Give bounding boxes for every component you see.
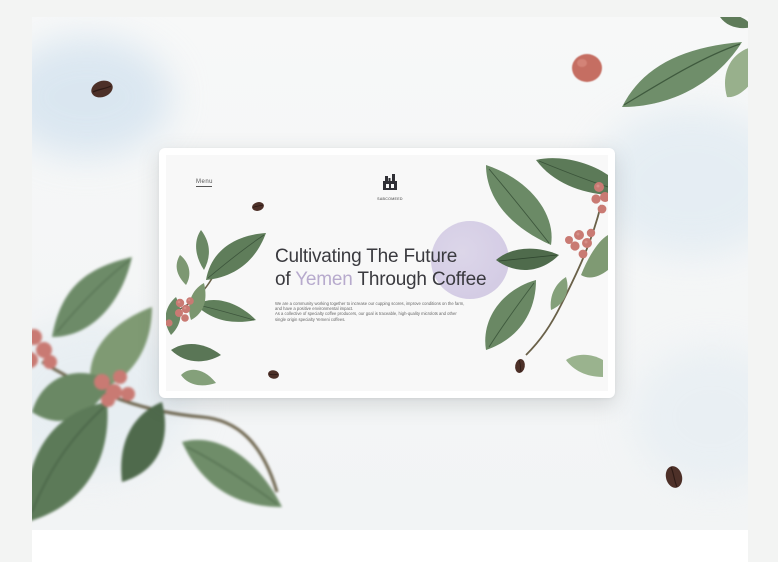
description-text-2: As a collective of specialty coffee prod…: [275, 311, 457, 322]
coffee-bean-icon: [268, 370, 279, 379]
sky-cloud: [592, 107, 748, 257]
sky-cloud: [632, 347, 748, 487]
coffee-berry-icon: [572, 54, 602, 82]
website-preview-card[interactable]: Menu SABCOMEED Cultivating The Future of…: [159, 148, 615, 398]
hero-headline: Cultivating The Future of Yemen Through …: [275, 245, 487, 291]
headline-rest: Through Coffee: [357, 269, 487, 290]
menu-button[interactable]: Menu: [196, 179, 213, 187]
footer-strip: [32, 530, 748, 562]
description-text-1: We are a community working together to i…: [275, 301, 465, 312]
logo-name: SABCOMEED: [377, 197, 403, 201]
coffee-branch-right: [485, 158, 608, 377]
site-logo[interactable]: SABCOMEED: [372, 173, 408, 201]
coffee-bean-icon: [91, 80, 113, 98]
coffee-bean-icon: [665, 466, 683, 488]
menu-underline: [196, 186, 212, 187]
logo-icon: [383, 174, 397, 190]
headline-line-1: Cultivating The Future: [275, 246, 458, 267]
coffee-leaves-top-right: [622, 17, 748, 107]
headline-accent: Yemen: [295, 269, 353, 290]
hero-description: We are a community working together to i…: [275, 301, 465, 322]
coffee-branch-left: [166, 230, 266, 386]
menu-label: Menu: [196, 179, 214, 185]
coffee-bean-icon: [252, 202, 264, 211]
headline-of: of: [275, 269, 291, 290]
hero-section: Menu SABCOMEED Cultivating The Future of…: [166, 155, 608, 391]
